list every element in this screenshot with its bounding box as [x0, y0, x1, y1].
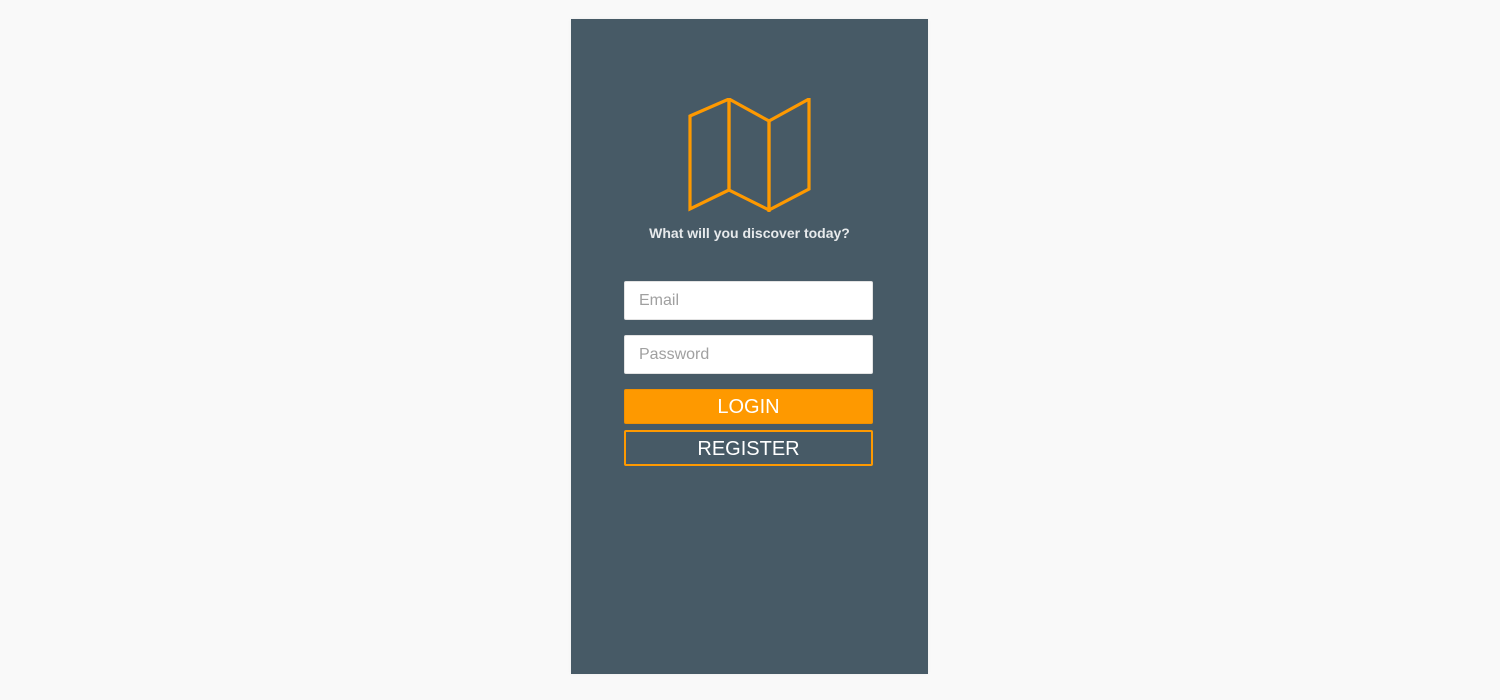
register-button[interactable]: REGISTER	[624, 430, 873, 466]
login-card: What will you discover today? LOGIN REGI…	[571, 19, 928, 674]
page: What will you discover today? LOGIN REGI…	[0, 0, 1500, 700]
email-field[interactable]	[624, 281, 873, 320]
folded-map-icon	[688, 98, 812, 212]
password-field[interactable]	[624, 335, 873, 374]
tagline: What will you discover today?	[649, 225, 850, 241]
login-button[interactable]: LOGIN	[624, 389, 873, 424]
